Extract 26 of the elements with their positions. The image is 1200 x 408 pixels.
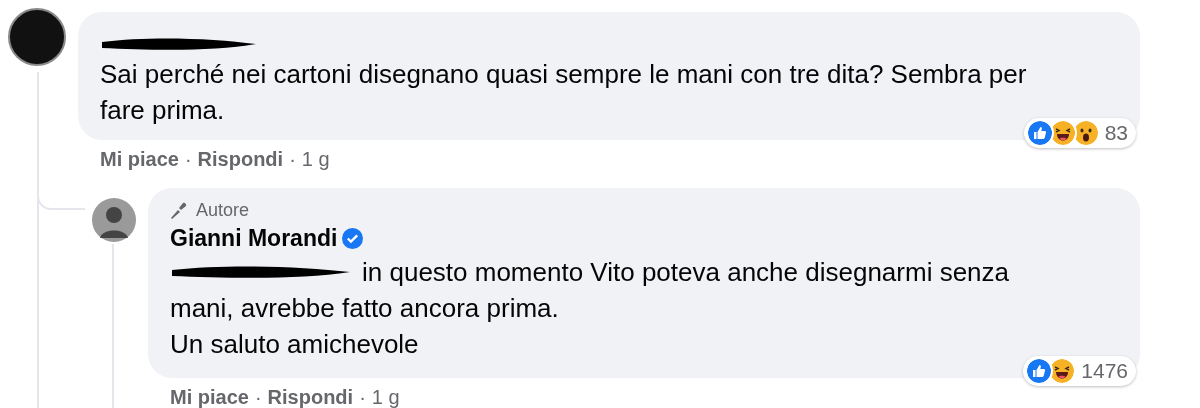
author-name[interactable]: Gianni Morandi (170, 220, 338, 256)
comment-text: Un saluto amichevole (170, 328, 419, 361)
laughing-emoji-icon (1048, 357, 1077, 385)
reactions-pill[interactable]: 83 (1023, 118, 1136, 148)
avatar[interactable] (92, 198, 136, 242)
comment-text: Sai perché nei cartoni disegnano quasi sempre le mani con tre dita? Sembra per (100, 58, 1027, 91)
separator-dot: · (253, 385, 263, 408)
reaction-count: 83 (1104, 120, 1128, 147)
separator-dot: · (288, 147, 297, 172)
like-icon (1025, 119, 1054, 147)
avatar[interactable] (8, 8, 66, 66)
comment-text: in questo momento Vito poteva anche disegnarmi senza (362, 256, 1010, 289)
separator-dot: · (183, 147, 193, 172)
comment-text: fare prima. (100, 94, 225, 127)
reply-link[interactable]: Rispondi (267, 382, 354, 408)
like-link[interactable]: Mi piace (100, 144, 179, 174)
comment-time: 1 g (301, 147, 330, 172)
reaction-count: 1476 (1081, 358, 1128, 385)
like-icon (1025, 357, 1054, 385)
reply-link[interactable]: Rispondi (197, 144, 284, 174)
like-link[interactable]: Mi piace (170, 382, 249, 408)
comment-time: 1 g (371, 385, 400, 408)
author-role-label: Autore (196, 199, 250, 222)
reactions-pill[interactable]: 1476 (1023, 356, 1136, 386)
separator-dot: · (358, 385, 367, 408)
comment-text: mani, avrebbe fatto ancora prima. (170, 292, 559, 325)
